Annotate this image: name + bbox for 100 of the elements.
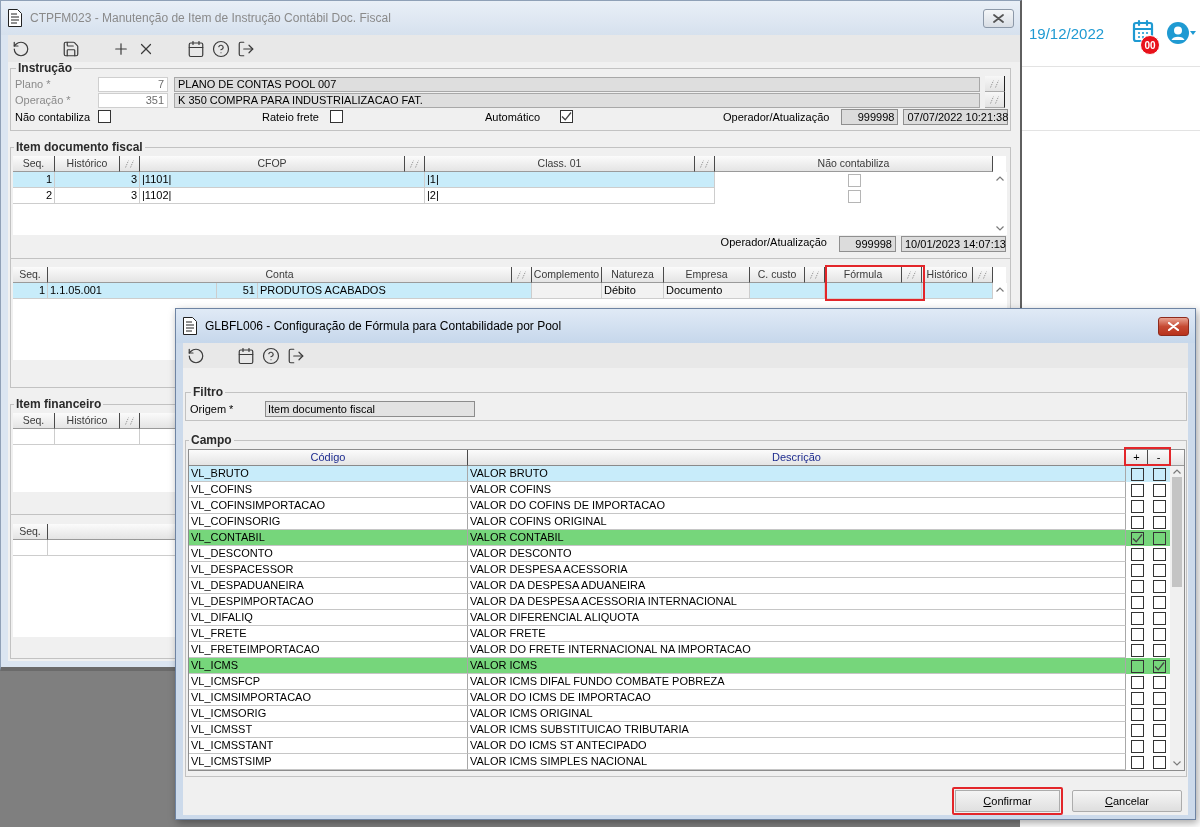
close-button[interactable] bbox=[983, 8, 1014, 28]
help-icon[interactable] bbox=[261, 346, 280, 365]
exit-icon[interactable] bbox=[286, 346, 305, 365]
checkbox[interactable] bbox=[1130, 579, 1144, 593]
timestamp-field[interactable]: 10/01/2023 14:07:13 bbox=[901, 236, 1006, 252]
operator-field[interactable]: 999998 bbox=[839, 236, 896, 252]
checkbox[interactable] bbox=[1130, 691, 1144, 705]
checkbox[interactable] bbox=[1130, 563, 1144, 577]
checkbox[interactable] bbox=[1130, 723, 1144, 737]
table-row[interactable]: VL_BRUTO VALOR BRUTO bbox=[189, 466, 1170, 482]
column-header: Class. 01 bbox=[425, 156, 695, 172]
checkbox[interactable] bbox=[1130, 595, 1144, 609]
lookup-button[interactable] bbox=[985, 92, 1005, 108]
lookup-button[interactable] bbox=[985, 76, 1005, 92]
table-cell: 3 bbox=[55, 188, 140, 204]
lookup-button[interactable] bbox=[902, 267, 922, 283]
scrollbar[interactable] bbox=[1170, 466, 1184, 770]
lookup-button[interactable] bbox=[695, 156, 715, 172]
checkbox[interactable] bbox=[1152, 659, 1166, 673]
lookup-button[interactable] bbox=[120, 156, 140, 172]
checkbox[interactable] bbox=[1130, 675, 1144, 689]
table-row[interactable]: 1 1.1.05.001 51 PRODUTOS ACABADOS Débito Documento bbox=[13, 283, 993, 299]
checkbox[interactable] bbox=[1152, 755, 1166, 769]
table-row[interactable]: VL_CONTABIL VALOR CONTABIL bbox=[189, 530, 1170, 546]
dialog-button[interactable]: Cancelar bbox=[1072, 790, 1182, 812]
checkbox[interactable] bbox=[1152, 611, 1166, 625]
help-icon[interactable] bbox=[211, 39, 230, 58]
checkbox[interactable] bbox=[1152, 515, 1166, 529]
checkbox[interactable] bbox=[1130, 739, 1144, 753]
column-header: Histórico bbox=[922, 267, 973, 283]
calendar-icon[interactable] bbox=[1131, 19, 1156, 43]
checkbox[interactable] bbox=[1130, 643, 1144, 657]
timestamp-field[interactable]: 07/07/2022 10:21:38 bbox=[903, 108, 1009, 125]
dialog-button[interactable]: Confirmar bbox=[952, 787, 1063, 815]
lookup-button[interactable] bbox=[512, 267, 532, 283]
checkbox[interactable] bbox=[1130, 659, 1144, 673]
checkbox[interactable] bbox=[1152, 739, 1166, 753]
checkbox[interactable] bbox=[1130, 483, 1144, 497]
group-title: Campo bbox=[190, 433, 233, 447]
window-title: GLBFL006 - Configuração de Fórmula para Contabilidade por Pool bbox=[205, 319, 563, 333]
checkbox[interactable] bbox=[1152, 531, 1166, 545]
checkbox[interactable] bbox=[1152, 723, 1166, 737]
lookup-button[interactable] bbox=[120, 413, 140, 429]
table-row[interactable]: VL_ICMS VALOR ICMS bbox=[189, 658, 1170, 674]
checkbox[interactable] bbox=[1130, 707, 1144, 721]
caret-icon[interactable] bbox=[1190, 31, 1197, 35]
table-row[interactable]: 1 3 |1101| |1| bbox=[13, 172, 715, 188]
checkbox[interactable] bbox=[1152, 595, 1166, 609]
checkbox[interactable] bbox=[1130, 515, 1144, 529]
lookup-button[interactable] bbox=[805, 267, 825, 283]
checkbox[interactable] bbox=[1152, 467, 1166, 481]
calendar-icon[interactable] bbox=[236, 346, 255, 365]
column-header: Seq. bbox=[13, 524, 48, 540]
operator-field[interactable]: 999998 bbox=[841, 108, 899, 125]
column-header: C. custo bbox=[750, 267, 805, 283]
chevron-up-icon bbox=[1173, 469, 1181, 474]
table-cell bbox=[13, 429, 55, 445]
checkbox[interactable] bbox=[1152, 675, 1166, 689]
column-header: Complemento bbox=[532, 267, 602, 283]
scrollbar-thumb[interactable] bbox=[1172, 477, 1182, 587]
date-label: 19/12/2022 bbox=[1029, 24, 1105, 42]
checkbox[interactable] bbox=[560, 110, 573, 123]
calendar-icon[interactable] bbox=[186, 39, 205, 58]
checkbox[interactable] bbox=[1152, 579, 1166, 593]
checkbox[interactable] bbox=[1130, 531, 1144, 545]
checkbox[interactable] bbox=[847, 189, 861, 203]
checkbox[interactable] bbox=[1130, 547, 1144, 561]
lookup-button[interactable] bbox=[405, 156, 425, 172]
checkbox[interactable] bbox=[1152, 643, 1166, 657]
lookup-button[interactable] bbox=[973, 267, 993, 283]
checkbox[interactable] bbox=[1152, 499, 1166, 513]
checkbox[interactable] bbox=[1130, 611, 1144, 625]
user-avatar-icon[interactable] bbox=[1167, 22, 1190, 44]
checkbox[interactable] bbox=[330, 110, 343, 123]
field-label: Plano * bbox=[15, 78, 52, 90]
column-header: Fórmula bbox=[825, 267, 902, 283]
checkbox[interactable] bbox=[1130, 755, 1144, 769]
dotted-slash-icon bbox=[409, 159, 420, 168]
checkbox[interactable] bbox=[1152, 483, 1166, 497]
rotate-left-icon[interactable] bbox=[186, 346, 205, 365]
checkbox[interactable] bbox=[1152, 547, 1166, 561]
checkbox[interactable] bbox=[847, 173, 861, 187]
close-button[interactable] bbox=[1158, 316, 1189, 336]
checkbox[interactable] bbox=[1130, 467, 1144, 481]
checkbox[interactable] bbox=[98, 110, 111, 123]
column-header: Seq. bbox=[13, 413, 55, 429]
checkbox[interactable] bbox=[1152, 707, 1166, 721]
description-field: PLANO DE CONTAS POOL 007 bbox=[174, 76, 980, 92]
checkbox[interactable] bbox=[1130, 627, 1144, 641]
checkbox[interactable] bbox=[1152, 627, 1166, 641]
table-row[interactable]: 2 3 |1102| |2| bbox=[13, 188, 715, 204]
rotate-left-icon[interactable] bbox=[11, 39, 30, 58]
dotted-slash-icon bbox=[989, 95, 1000, 104]
column-header: Histórico bbox=[55, 156, 120, 172]
description-field: K 350 COMPRA PARA INDUSTRIALIZACAO FAT. bbox=[174, 92, 980, 108]
checkbox[interactable] bbox=[1152, 563, 1166, 577]
checkbox[interactable] bbox=[1130, 499, 1144, 513]
checkbox[interactable] bbox=[1152, 691, 1166, 705]
origin-field[interactable]: Item documento fiscal bbox=[265, 400, 475, 417]
exit-icon[interactable] bbox=[236, 39, 255, 58]
